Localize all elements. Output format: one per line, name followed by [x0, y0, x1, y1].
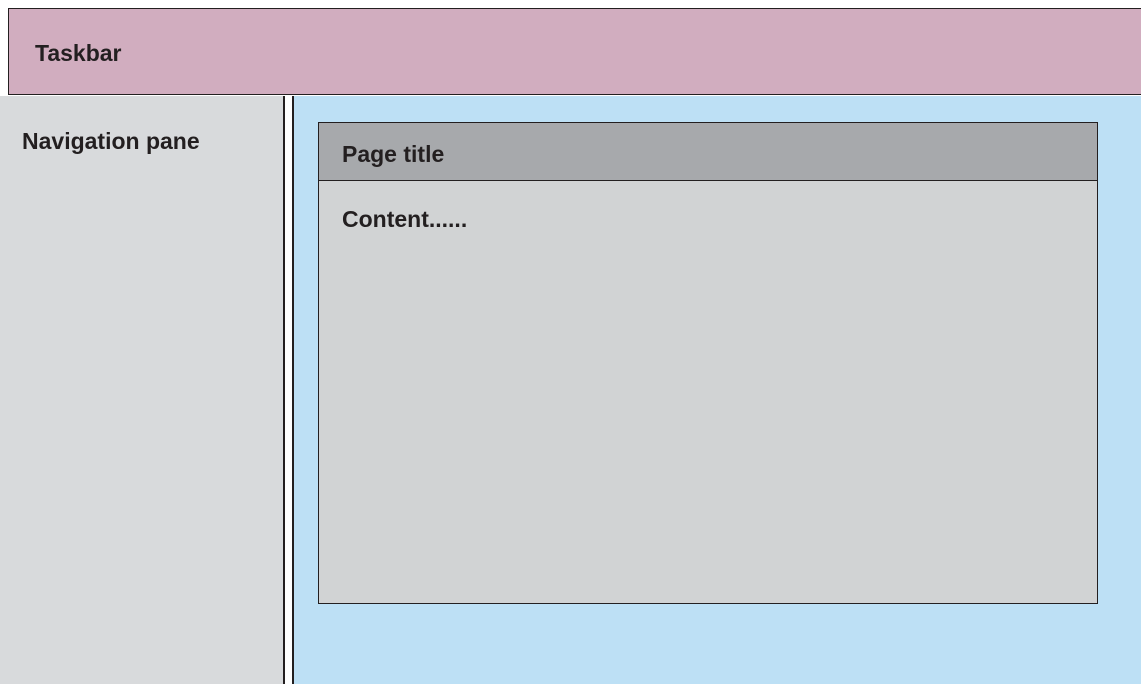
page-title-bar: Page title [319, 123, 1097, 181]
taskbar-label: Taskbar [35, 40, 122, 66]
taskbar: Taskbar [8, 8, 1141, 95]
navigation-pane: Navigation pane [0, 96, 284, 684]
page-content-text: Content...... [342, 206, 468, 232]
page-title: Page title [342, 141, 445, 167]
navigation-pane-label: Navigation pane [22, 128, 200, 154]
page-panel: Page title Content...... [318, 122, 1098, 604]
navigation-divider-gap [285, 96, 292, 684]
